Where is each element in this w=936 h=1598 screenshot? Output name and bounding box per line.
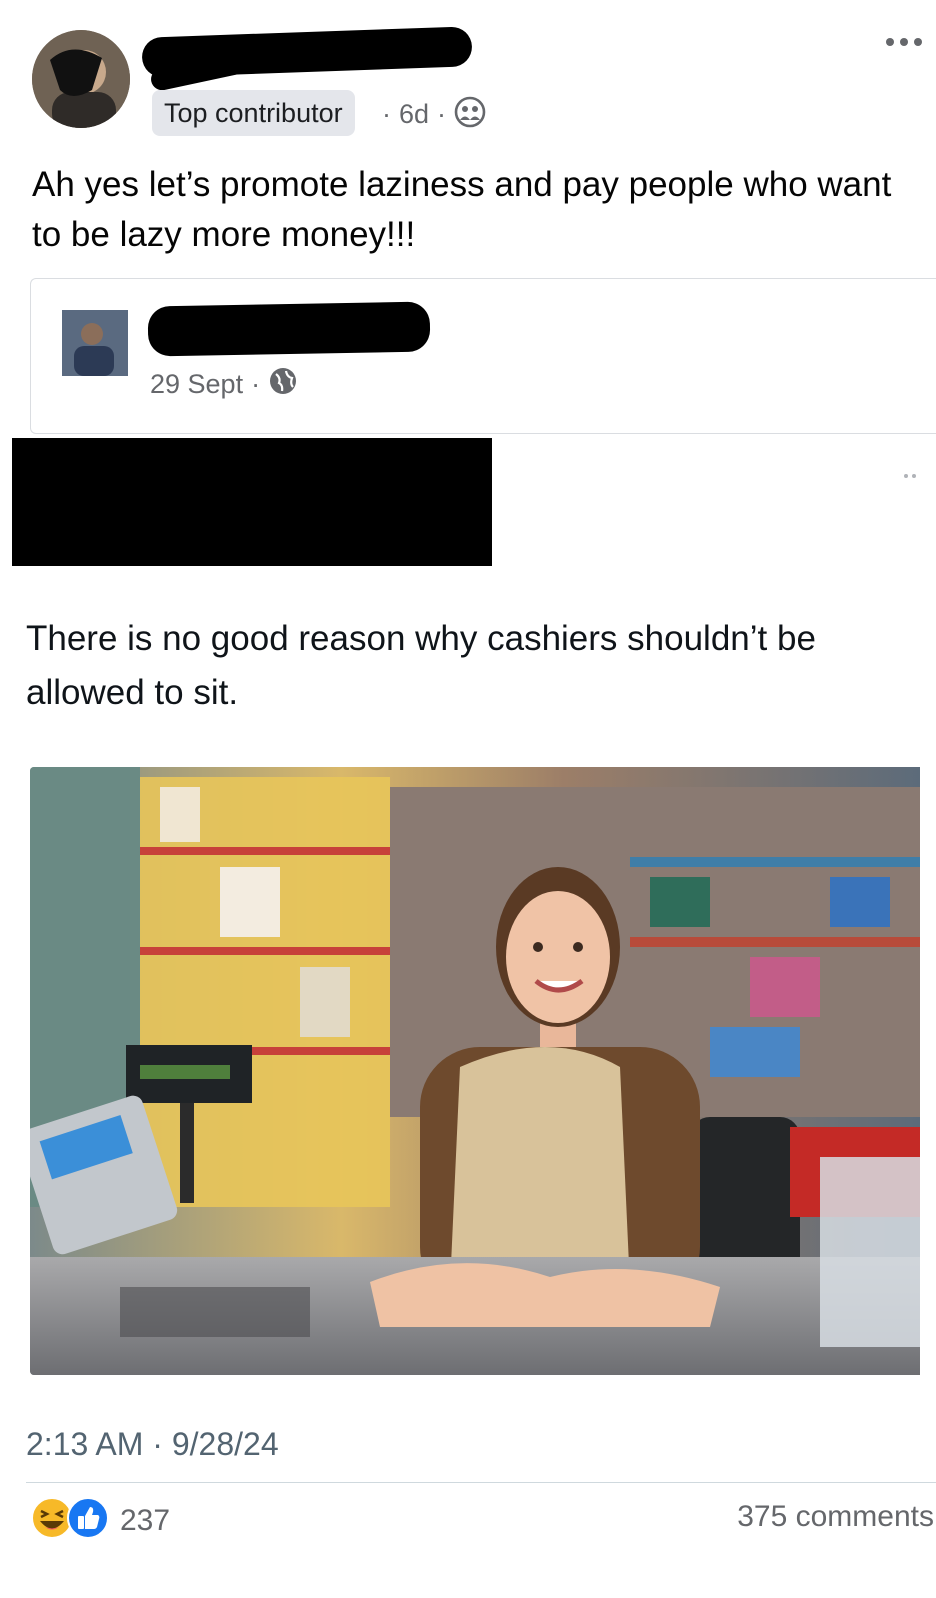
post-text: Ah yes let’s promote laziness and pay pe…: [32, 165, 892, 254]
meta-separator: ·: [437, 99, 447, 129]
shared-author-avatar[interactable]: [62, 310, 128, 376]
author-avatar[interactable]: [32, 30, 130, 128]
tweet-text-line: There is no good reason why cashiers sho…: [26, 619, 816, 658]
tweet-text: There is no good reason why cashiers sho…: [26, 612, 936, 720]
shared-post-date[interactable]: 29 Sept: [150, 369, 243, 400]
shared-post-meta: 29 Sept ·: [150, 366, 298, 403]
comments-count-link[interactable]: 375 comments: [737, 1500, 934, 1534]
top-contributor-badge: Top contributor: [152, 90, 355, 136]
tweet-timestamp: 2:13 AM · 9/28/24: [26, 1426, 279, 1462]
divider: [26, 1482, 936, 1483]
meta-separator: ·: [382, 99, 391, 129]
cashier-photo[interactable]: [30, 767, 920, 1375]
globe-icon: [268, 366, 298, 403]
tweet-more-icon[interactable]: [904, 474, 916, 478]
like-reaction-icon: [66, 1496, 110, 1545]
friends-icon: [454, 96, 486, 133]
post-time[interactable]: 6d: [399, 99, 429, 130]
meta-separator: ·: [251, 369, 261, 399]
redacted-block: [12, 438, 492, 566]
shared-post-card[interactable]: [30, 278, 936, 434]
reaction-count[interactable]: 237: [120, 1504, 170, 1538]
reactions-summary[interactable]: 237: [30, 1496, 170, 1545]
tweet-text-line: allowed to sit.: [26, 673, 239, 712]
post-meta: · 6d ·: [382, 96, 486, 133]
more-options-icon[interactable]: [886, 38, 922, 46]
shared-author-name-redacted: [147, 301, 431, 357]
